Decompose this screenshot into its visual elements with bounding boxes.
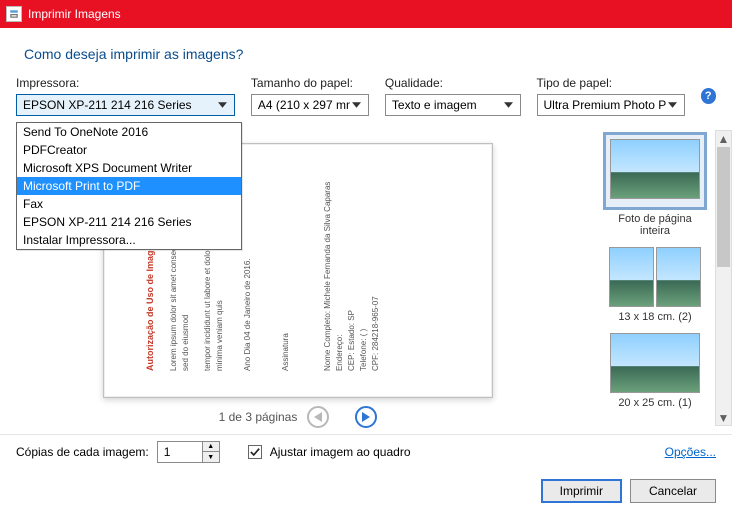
fit-checkbox[interactable] [248,445,262,459]
quality-label: Qualidade: [385,76,521,90]
cancel-button[interactable]: Cancelar [630,479,716,503]
print-button[interactable]: Imprimir [541,479,622,503]
options-link[interactable]: Opções... [665,445,716,459]
preview-doc-sig: Assinatura [280,170,292,371]
printer-option[interactable]: Instalar Impressora... [17,231,241,249]
middle-area: Send To OneNote 2016 PDFCreator Microsof… [0,122,732,434]
layout-option-13x18[interactable]: 13 x 18 cm. (2) [609,247,701,323]
layout-label: 20 x 25 cm. (1) [610,397,700,409]
layout-option-full[interactable]: Foto de página inteira [602,132,708,237]
paper-type-value: Ultra Premium Photo P [544,98,666,112]
preview-doc-fields: Nome Completo: Michele Fernanda da Silva… [322,170,382,371]
layout-thumb-icon [610,139,700,199]
paper-size-label: Tamanho do papel: [251,76,369,90]
quality-value: Texto e imagem [392,98,477,112]
printer-dropdown-list: Send To OneNote 2016 PDFCreator Microsof… [16,122,242,250]
pager-label: 1 de 3 páginas [219,410,298,424]
scroll-up-icon[interactable]: ▲ [716,131,731,146]
paper-type-select[interactable]: Ultra Premium Photo P [537,94,685,116]
printer-select-value: EPSON XP-211 214 216 Series [23,98,192,112]
layout-scrollbar[interactable]: ▲ ▼ [715,130,732,426]
paper-type-label: Tipo de papel: [537,76,685,90]
printer-option[interactable]: EPSON XP-211 214 216 Series [17,213,241,231]
scroll-thumb[interactable] [717,147,730,267]
spinner-up-button[interactable]: ▲ [203,442,219,452]
copies-label: Cópias de cada imagem: [16,445,149,459]
printer-label: Impressora: [16,76,235,90]
footer-options: Cópias de cada imagem: ▲ ▼ Ajustar image… [0,434,732,469]
preview-doc-date: Ano Dia 04 de Janeiro de 2016. [242,170,254,371]
quality-select[interactable]: Texto e imagem [385,94,521,116]
printer-select[interactable]: EPSON XP-211 214 216 Series [16,94,235,116]
options-row: Impressora: EPSON XP-211 214 216 Series … [0,76,732,122]
chevron-down-icon [502,102,516,108]
layout-label: 13 x 18 cm. (2) [609,311,701,323]
scroll-down-icon[interactable]: ▼ [716,410,731,425]
chevron-down-icon [216,102,230,108]
pager: 1 de 3 páginas [219,406,378,428]
layout-option-20x25[interactable]: 20 x 25 cm. (1) [610,333,700,409]
spinner-down-button[interactable]: ▼ [203,452,219,462]
printer-option[interactable]: PDFCreator [17,141,241,159]
footer-buttons: Imprimir Cancelar [0,469,732,515]
page-heading: Como deseja imprimir as imagens? [0,28,732,76]
next-page-button[interactable] [355,406,377,428]
window-title: Imprimir Imagens [28,7,121,21]
layout-thumb-icon [610,333,700,393]
printer-option[interactable]: Microsoft XPS Document Writer [17,159,241,177]
paper-size-value: A4 (210 x 297 mm) [258,98,350,112]
layout-sidebar: Foto de página inteira 13 x 18 cm. (2) 2… [596,122,732,434]
titlebar: Imprimir Imagens [0,0,732,28]
copies-input[interactable] [158,442,202,462]
chevron-down-icon [350,102,364,108]
printer-option[interactable]: Microsoft Print to PDF [17,177,241,195]
fit-label: Ajustar imagem ao quadro [270,445,411,459]
paper-size-select[interactable]: A4 (210 x 297 mm) [251,94,369,116]
print-app-icon [6,6,22,22]
help-icon[interactable]: ? [701,88,717,104]
printer-option[interactable]: Send To OneNote 2016 [17,123,241,141]
prev-page-button[interactable] [307,406,329,428]
copies-spinner: ▲ ▼ [157,441,220,463]
printer-option[interactable]: Fax [17,195,241,213]
chevron-down-icon [666,102,680,108]
layout-label: Foto de página inteira [602,213,708,237]
layout-thumb-icon [609,247,701,307]
